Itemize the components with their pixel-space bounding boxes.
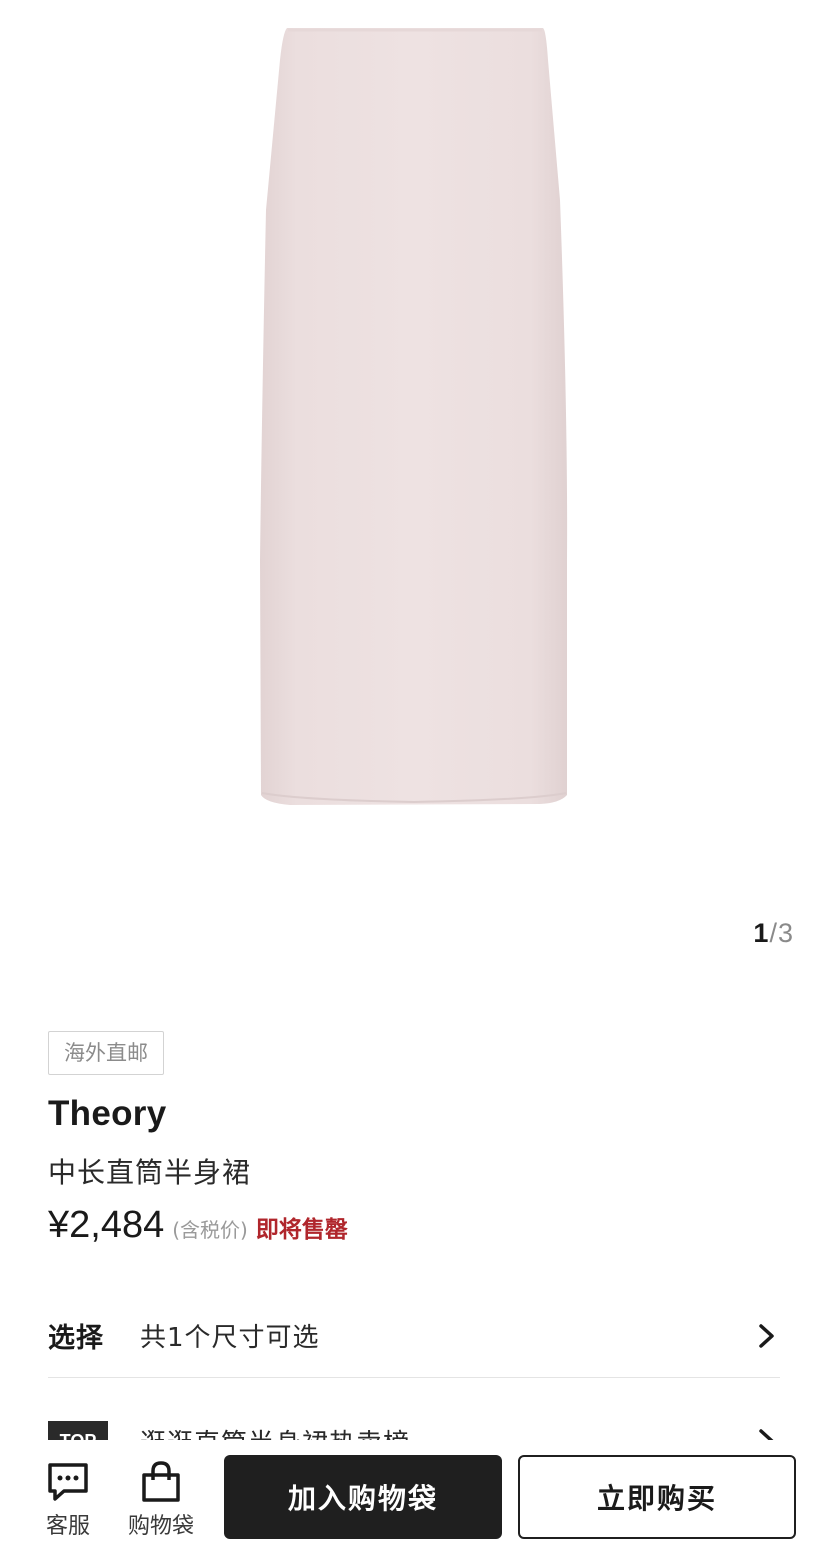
shopping-bag-button[interactable]: 购物袋 bbox=[121, 1460, 201, 1540]
product-image-gallery[interactable]: 1/3 bbox=[0, 0, 828, 980]
buy-now-button[interactable]: 立即购买 bbox=[518, 1455, 796, 1539]
overseas-direct-tag: 海外直邮 bbox=[48, 1031, 164, 1075]
chat-bubble-icon bbox=[48, 1463, 88, 1501]
bottom-action-bar: 客服 购物袋 加入购物袋 立即购买 bbox=[0, 1440, 828, 1542]
product-detail-page: 1/3 海外直邮 Theory 中长直筒半身裙 ¥2,484 (含税价) 即将售… bbox=[0, 0, 828, 1542]
pager-current: 1 bbox=[753, 918, 770, 948]
product-name: 中长直筒半身裙 bbox=[48, 1156, 252, 1189]
price: ¥2,484 bbox=[48, 1204, 165, 1246]
product-image bbox=[260, 28, 568, 805]
pager-total: 3 bbox=[777, 918, 794, 948]
select-value: 共1个尺寸可选 bbox=[140, 1323, 320, 1353]
stock-status-badge: 即将售罄 bbox=[255, 1217, 348, 1243]
chevron-right-icon bbox=[759, 1323, 774, 1348]
tax-note: (含税价) bbox=[172, 1218, 248, 1242]
shopping-bag-icon bbox=[142, 1461, 180, 1502]
pager-separator: / bbox=[769, 918, 778, 948]
add-to-bag-button[interactable]: 加入购物袋 bbox=[224, 1455, 502, 1539]
brand-name[interactable]: Theory bbox=[48, 1094, 167, 1134]
customer-service-label: 客服 bbox=[45, 1514, 90, 1539]
customer-service-button[interactable]: 客服 bbox=[28, 1460, 108, 1540]
shopping-bag-label: 购物袋 bbox=[127, 1514, 194, 1539]
image-pager: 1/3 bbox=[753, 918, 794, 949]
size-select-row[interactable]: 选择 共1个尺寸可选 bbox=[48, 1294, 780, 1378]
select-label: 选择 bbox=[48, 1323, 104, 1354]
price-row: ¥2,484 (含税价) 即将售罄 bbox=[48, 1204, 348, 1254]
